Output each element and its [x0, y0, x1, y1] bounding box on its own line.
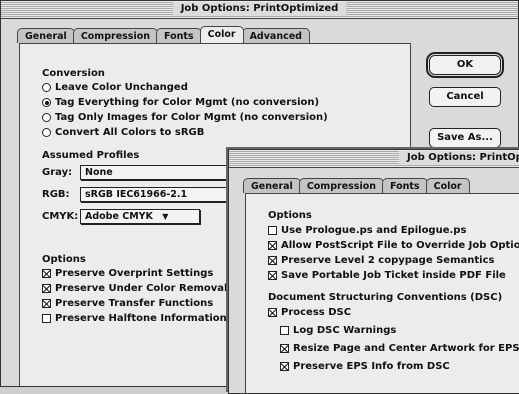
- checkbox-checked[interactable]: [42, 284, 51, 293]
- conversion-label: Conversion: [42, 68, 105, 79]
- checkbox-preserve-halftone[interactable]: Preserve Halftone Information: [42, 313, 227, 324]
- radio-button[interactable]: [42, 113, 51, 122]
- tab-advanced[interactable]: Advanced: [241, 28, 310, 43]
- tab-general[interactable]: General: [243, 178, 301, 193]
- checkbox-unchecked[interactable]: [280, 326, 289, 335]
- gray-profile-value: None: [85, 167, 113, 178]
- ok-button[interactable]: OK: [426, 52, 504, 78]
- cmyk-profile-value: Adobe CMYK: [85, 211, 153, 222]
- radio-button[interactable]: [42, 83, 51, 92]
- gray-profile-popup[interactable]: None: [80, 165, 240, 180]
- tab-compression[interactable]: Compression: [72, 28, 158, 43]
- checkbox-preserve-ucr[interactable]: Preserve Under Color Removal: [42, 283, 227, 294]
- tab-fonts[interactable]: Fonts: [156, 28, 202, 43]
- front-window-titlebar[interactable]: Job Options: PrintOptimized: [229, 150, 519, 168]
- cancel-button[interactable]: Cancel: [429, 87, 501, 107]
- checkbox-label: Preserve Under Color Removal: [55, 283, 228, 294]
- front-window: Job Options: PrintOptimized General Comp…: [228, 149, 519, 394]
- checkbox-preserve-copypage[interactable]: Preserve Level 2 copypage Semantics: [268, 255, 494, 266]
- cmyk-label: CMYK:: [42, 211, 79, 222]
- checkbox-checked[interactable]: [268, 271, 277, 280]
- checkbox-resize-page[interactable]: Resize Page and Center Artwork for EPS F…: [280, 343, 519, 354]
- checkbox-checked[interactable]: [42, 269, 51, 278]
- tab-color[interactable]: Color: [199, 26, 244, 43]
- checkbox-checked[interactable]: [280, 362, 289, 371]
- tab-compression[interactable]: Compression: [298, 178, 384, 193]
- assumed-profiles-label: Assumed Profiles: [42, 150, 140, 161]
- chevron-down-icon: ▼: [162, 212, 169, 221]
- tab-general[interactable]: General: [17, 28, 75, 43]
- checkbox-label: Preserve EPS Info from DSC: [293, 361, 450, 372]
- checkbox-use-prologue[interactable]: Use Prologue.ps and Epilogue.ps: [268, 225, 466, 236]
- checkbox-label: Use Prologue.ps and Epilogue.ps: [281, 225, 467, 236]
- radio-convert-all-colors[interactable]: Convert All Colors to sRGB: [42, 127, 204, 138]
- checkbox-process-dsc[interactable]: Process DSC: [268, 307, 351, 318]
- front-window-tabs: General Compression Fonts Color: [243, 178, 470, 193]
- cmyk-profile-popup[interactable]: Adobe CMYK ▼: [80, 209, 200, 224]
- radio-button[interactable]: [42, 128, 51, 137]
- tab-color[interactable]: Color: [425, 178, 470, 193]
- checkbox-checked[interactable]: [280, 344, 289, 353]
- back-options-label: Options: [42, 254, 86, 265]
- checkbox-label: Process DSC: [281, 307, 352, 318]
- checkbox-label: Save Portable Job Ticket inside PDF File: [281, 270, 506, 281]
- checkbox-unchecked[interactable]: [268, 226, 277, 235]
- radio-label: Tag Only Images for Color Mgmt (no conve…: [55, 112, 328, 123]
- tab-fonts[interactable]: Fonts: [382, 178, 428, 193]
- back-window-title: Job Options: PrintOptimized: [172, 2, 347, 16]
- checkbox-label: Preserve Halftone Information: [55, 313, 227, 324]
- checkbox-unchecked[interactable]: [42, 314, 51, 323]
- radio-leave-color-unchanged[interactable]: Leave Color Unchanged: [42, 82, 188, 93]
- rgb-profile-popup[interactable]: sRGB IEC61966-2.1: [80, 187, 240, 202]
- back-window-tabs: General Compression Fonts Color Advanced: [17, 26, 310, 43]
- radio-tag-everything[interactable]: Tag Everything for Color Mgmt (no conver…: [42, 97, 319, 108]
- checkbox-label: Preserve Overprint Settings: [55, 268, 214, 279]
- checkbox-log-dsc-warnings[interactable]: Log DSC Warnings: [280, 325, 396, 336]
- front-window-tab-panel: Options Use Prologue.ps and Epilogue.ps …: [245, 193, 519, 393]
- checkbox-preserve-transfer[interactable]: Preserve Transfer Functions: [42, 298, 213, 309]
- radio-label: Leave Color Unchanged: [55, 82, 188, 93]
- radio-label: Convert All Colors to sRGB: [55, 127, 205, 138]
- radio-label: Tag Everything for Color Mgmt (no conver…: [55, 97, 320, 108]
- checkbox-checked[interactable]: [268, 256, 277, 265]
- checkbox-allow-ps-override[interactable]: Allow PostScript File to Override Job Op…: [268, 240, 519, 251]
- checkbox-preserve-eps-info[interactable]: Preserve EPS Info from DSC: [280, 361, 450, 372]
- checkbox-checked[interactable]: [268, 308, 277, 317]
- dsc-label: Document Structuring Conventions (DSC): [268, 292, 503, 303]
- checkbox-label: Allow PostScript File to Override Job Op…: [281, 240, 519, 251]
- checkbox-checked[interactable]: [268, 241, 277, 250]
- checkbox-preserve-overprint[interactable]: Preserve Overprint Settings: [42, 268, 213, 279]
- radio-tag-only-images[interactable]: Tag Only Images for Color Mgmt (no conve…: [42, 112, 328, 123]
- gray-label: Gray:: [42, 167, 73, 178]
- front-window-title: Job Options: PrintOptimized: [399, 151, 519, 165]
- checkbox-label: Resize Page and Center Artwork for EPS F…: [293, 343, 519, 354]
- checkbox-label: Log DSC Warnings: [293, 325, 397, 336]
- radio-button-selected[interactable]: [42, 98, 51, 107]
- rgb-label: RGB:: [42, 189, 70, 200]
- checkbox-checked[interactable]: [42, 299, 51, 308]
- checkbox-label: Preserve Transfer Functions: [55, 298, 214, 309]
- checkbox-save-job-ticket[interactable]: Save Portable Job Ticket inside PDF File: [268, 270, 506, 281]
- save-as-button[interactable]: Save As...: [429, 128, 501, 148]
- rgb-profile-value: sRGB IEC61966-2.1: [85, 189, 188, 200]
- front-options-label: Options: [268, 210, 312, 221]
- back-window-titlebar[interactable]: Job Options: PrintOptimized: [1, 1, 518, 19]
- checkbox-label: Preserve Level 2 copypage Semantics: [281, 255, 495, 266]
